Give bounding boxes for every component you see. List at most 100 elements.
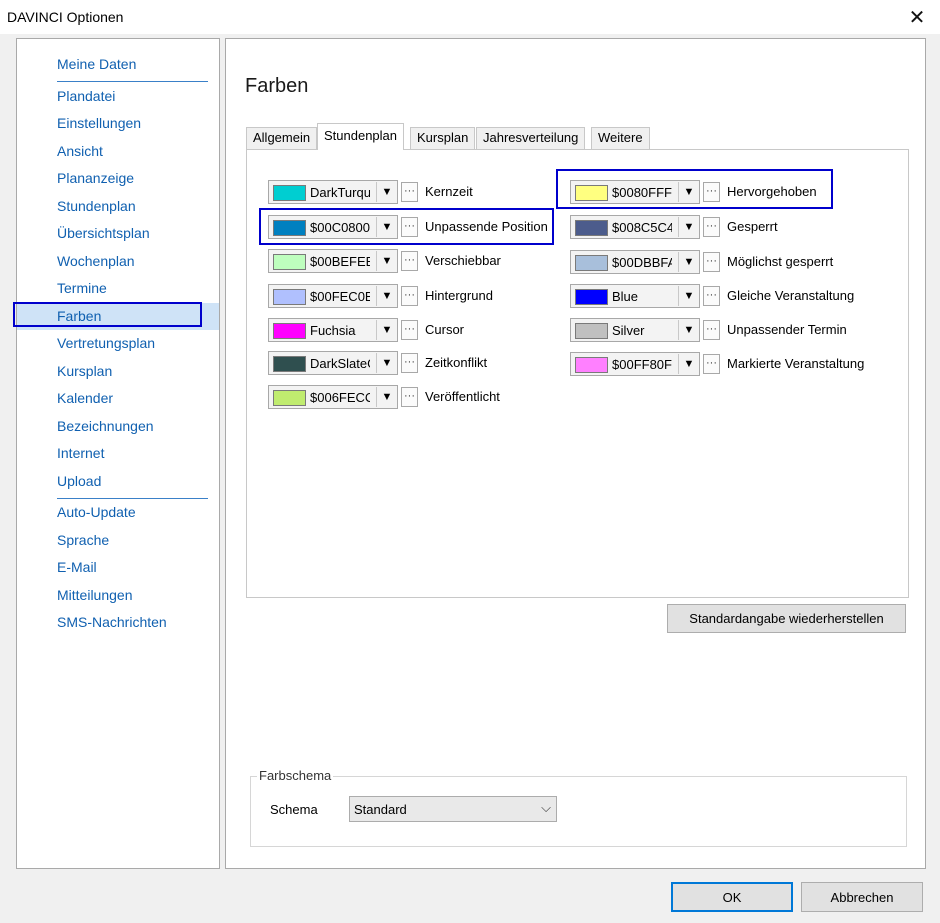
sidebar-item-meine-daten[interactable]: Meine Daten bbox=[17, 51, 219, 82]
dropdown-arrow-icon[interactable]: ▼ bbox=[376, 182, 397, 202]
more-button[interactable]: ··· bbox=[703, 286, 720, 306]
more-button[interactable]: ··· bbox=[703, 320, 720, 340]
tab-panel-stundenplan: DarkTurquoise ▼ ··· Kernzeit $00C08000 ▼… bbox=[246, 149, 909, 598]
dropdown-arrow-icon[interactable]: ▼ bbox=[376, 353, 397, 373]
color-swatch bbox=[575, 255, 608, 271]
schema-select[interactable]: Standard ⌵ bbox=[349, 796, 557, 822]
sidebar-item-sprache[interactable]: Sprache bbox=[17, 527, 219, 555]
color-label: Gesperrt bbox=[727, 219, 778, 234]
dropdown-arrow-icon[interactable]: ▼ bbox=[678, 320, 699, 340]
more-button[interactable]: ··· bbox=[703, 252, 720, 272]
more-button[interactable]: ··· bbox=[401, 286, 418, 306]
sidebar-item-einstellungen[interactable]: Einstellungen bbox=[17, 110, 219, 138]
color-value: DarkSlateGray bbox=[310, 356, 370, 371]
dropdown-arrow-icon[interactable]: ▼ bbox=[678, 252, 699, 272]
color-combo[interactable]: DarkTurquoise ▼ bbox=[268, 180, 398, 204]
color-label: Hintergrund bbox=[425, 288, 493, 303]
close-icon[interactable]: ✕ bbox=[894, 0, 940, 34]
color-combo[interactable]: Silver ▼ bbox=[570, 318, 700, 342]
color-combo[interactable]: DarkSlateGray ▼ bbox=[268, 351, 398, 375]
color-combo[interactable]: $00DBBFA8 ▼ bbox=[570, 250, 700, 274]
selection-highlight bbox=[13, 301, 202, 327]
tab-stundenplan[interactable]: Stundenplan bbox=[317, 123, 405, 150]
more-button[interactable]: ··· bbox=[703, 354, 720, 374]
chevron-down-icon: ⌵ bbox=[541, 800, 551, 815]
sidebar-item-farben[interactable]: Farben bbox=[13, 301, 219, 330]
color-value: Silver bbox=[612, 323, 645, 338]
dropdown-arrow-icon[interactable]: ▼ bbox=[678, 217, 699, 237]
group-legend: Farbschema bbox=[257, 768, 334, 783]
color-label: Möglichst gesperrt bbox=[727, 254, 834, 269]
dropdown-arrow-icon[interactable]: ▼ bbox=[376, 320, 397, 340]
sidebar-item-kalender[interactable]: Kalender bbox=[17, 385, 219, 413]
dropdown-arrow-icon[interactable]: ▼ bbox=[678, 286, 699, 306]
color-label: Unpassender Termin bbox=[727, 322, 847, 337]
tab-jahresverteilung[interactable]: Jahresverteilung bbox=[476, 127, 586, 149]
color-combo[interactable]: $008C5C4C ▼ bbox=[570, 215, 700, 239]
color-label: Kernzeit bbox=[425, 184, 473, 199]
dropdown-arrow-icon[interactable]: ▼ bbox=[678, 354, 699, 374]
sidebar-item-termine[interactable]: Termine bbox=[17, 275, 219, 303]
sidebar-item-plandatei[interactable]: Plandatei bbox=[17, 83, 219, 111]
sidebar-item-auto-update[interactable]: Auto-Update bbox=[17, 499, 219, 527]
color-swatch bbox=[273, 323, 306, 339]
sidebar-item-stundenplan[interactable]: Stundenplan bbox=[17, 193, 219, 221]
color-label: Cursor bbox=[425, 322, 465, 337]
color-swatch bbox=[575, 323, 608, 339]
cancel-button[interactable]: Abbrechen bbox=[801, 882, 923, 912]
restore-defaults-button[interactable]: Standardangabe wiederherstellen bbox=[667, 604, 906, 633]
color-scheme-group: Farbschema Schema Standard ⌵ bbox=[250, 768, 907, 847]
color-label: Gleiche Veranstaltung bbox=[727, 288, 855, 303]
sidebar-item-plananzeige[interactable]: Plananzeige bbox=[17, 165, 219, 193]
sidebar-item-vertretungsplan[interactable]: Vertretungsplan bbox=[17, 330, 219, 358]
sidebar-item-sms-nachrichten[interactable]: SMS-Nachrichten bbox=[17, 609, 219, 637]
color-swatch bbox=[273, 289, 306, 305]
title-bar: DAVINCI Optionen ✕ bbox=[0, 0, 940, 34]
color-label: Veröffentlicht bbox=[425, 389, 500, 404]
page-title: Farben bbox=[245, 75, 309, 97]
sidebar-item-uebersichtsplan[interactable]: Übersichtsplan bbox=[17, 220, 219, 248]
sidebar: Meine Daten Plandatei Einstellungen Ansi… bbox=[13, 38, 220, 869]
tab-weitere[interactable]: Weitere bbox=[591, 127, 650, 149]
dialog-client: Meine Daten Plandatei Einstellungen Ansi… bbox=[0, 34, 940, 923]
color-value: Fuchsia bbox=[310, 323, 356, 338]
color-value: $00FEC0B0 bbox=[310, 289, 370, 304]
more-button[interactable]: ··· bbox=[401, 251, 418, 271]
color-swatch bbox=[575, 357, 608, 373]
highlight-frame-hervorgehoben bbox=[556, 169, 833, 209]
tab-kursplan[interactable]: Kursplan bbox=[410, 127, 476, 149]
sidebar-item-mitteilungen[interactable]: Mitteilungen bbox=[17, 582, 219, 610]
more-button[interactable]: ··· bbox=[401, 353, 418, 373]
dropdown-arrow-icon[interactable]: ▼ bbox=[376, 387, 397, 407]
color-swatch bbox=[273, 254, 306, 270]
color-combo[interactable]: $00FEC0B0 ▼ bbox=[268, 284, 398, 308]
more-button[interactable]: ··· bbox=[401, 182, 418, 202]
sidebar-item-kursplan[interactable]: Kursplan bbox=[17, 358, 219, 386]
nav-list: Meine Daten Plandatei Einstellungen Ansi… bbox=[13, 51, 219, 637]
more-button[interactable]: ··· bbox=[401, 387, 418, 407]
color-combo[interactable]: $00BEFEBE ▼ bbox=[268, 249, 398, 273]
ok-button[interactable]: OK bbox=[671, 882, 793, 912]
tab-allgemein[interactable]: Allgemein bbox=[246, 127, 318, 149]
color-value: $00BEFEBE bbox=[310, 254, 370, 269]
dropdown-arrow-icon[interactable]: ▼ bbox=[376, 286, 397, 306]
sidebar-item-ansicht[interactable]: Ansicht bbox=[17, 138, 219, 166]
more-button[interactable]: ··· bbox=[703, 217, 720, 237]
color-combo[interactable]: $006FECC0 ▼ bbox=[268, 385, 398, 409]
more-button[interactable]: ··· bbox=[401, 320, 418, 340]
color-combo[interactable]: $00FF80FF ▼ bbox=[570, 352, 700, 376]
color-combo[interactable]: Blue ▼ bbox=[570, 284, 700, 308]
color-label: Zeitkonflikt bbox=[425, 355, 488, 370]
dropdown-arrow-icon[interactable]: ▼ bbox=[376, 251, 397, 271]
sidebar-item-wochenplan[interactable]: Wochenplan bbox=[17, 248, 219, 276]
color-swatch bbox=[575, 289, 608, 305]
sidebar-item-internet[interactable]: Internet bbox=[17, 440, 219, 468]
sidebar-item-email[interactable]: E-Mail bbox=[17, 554, 219, 582]
highlight-frame-unpassende-position bbox=[259, 208, 554, 245]
schema-label: Schema bbox=[270, 802, 318, 817]
color-combo[interactable]: Fuchsia ▼ bbox=[268, 318, 398, 342]
sidebar-item-bezeichnungen[interactable]: Bezeichnungen bbox=[17, 413, 219, 441]
color-value: Blue bbox=[612, 289, 639, 304]
window-title: DAVINCI Optionen bbox=[7, 9, 124, 25]
sidebar-item-upload[interactable]: Upload bbox=[17, 468, 219, 498]
